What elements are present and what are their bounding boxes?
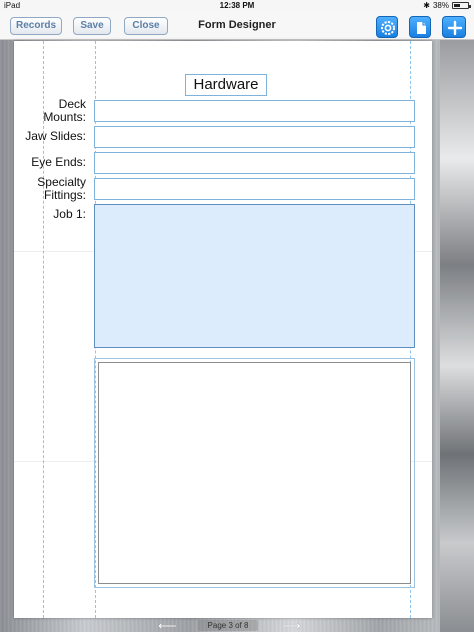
background-photo	[440, 40, 474, 632]
battery-icon	[452, 2, 471, 9]
toolbar: Records Save Close Form Designer	[0, 12, 474, 40]
jaw-slides-field[interactable]	[94, 126, 415, 148]
field-label: Job 1:	[53, 207, 86, 221]
image-field[interactable]	[94, 358, 415, 588]
arrow-left-icon[interactable]: ⟵	[158, 618, 177, 632]
gear-icon[interactable]	[376, 16, 398, 38]
job-1-field[interactable]	[94, 204, 415, 348]
page-navigator: ⟵ Page 3 of 8 ⟶	[0, 618, 474, 632]
field-label: Deck Mounts:	[43, 97, 86, 124]
battery-fill	[454, 4, 460, 7]
image-field-inner	[98, 362, 411, 584]
status-right: ✱ 38%	[423, 1, 471, 10]
bluetooth-icon: ✱	[423, 1, 430, 10]
plus-icon[interactable]	[442, 16, 466, 38]
field-label: Eye Ends:	[31, 155, 86, 169]
margin-guide	[43, 41, 44, 618]
status-bar: iPad 12:38 PM ✱ 38%	[0, 0, 474, 12]
new-document-icon[interactable]	[409, 16, 431, 38]
deck-mounts-field[interactable]	[94, 100, 415, 122]
eye-ends-field[interactable]	[94, 152, 415, 174]
clock: 12:38 PM	[219, 1, 255, 10]
form-header[interactable]: Hardware	[185, 74, 267, 96]
form-page[interactable]: Hardware Deck Mounts: Jaw Slides: Eye En…	[14, 41, 432, 618]
field-label: Jaw Slides:	[25, 129, 86, 143]
specialty-fittings-field[interactable]	[94, 178, 415, 200]
toolbar-title: Form Designer	[198, 19, 276, 31]
arrow-right-icon[interactable]: ⟶	[282, 618, 301, 632]
field-label: Specialty Fittings:	[37, 175, 86, 202]
page-indicator: Page 3 of 8	[198, 620, 258, 631]
battery-percent: 38%	[432, 1, 449, 10]
